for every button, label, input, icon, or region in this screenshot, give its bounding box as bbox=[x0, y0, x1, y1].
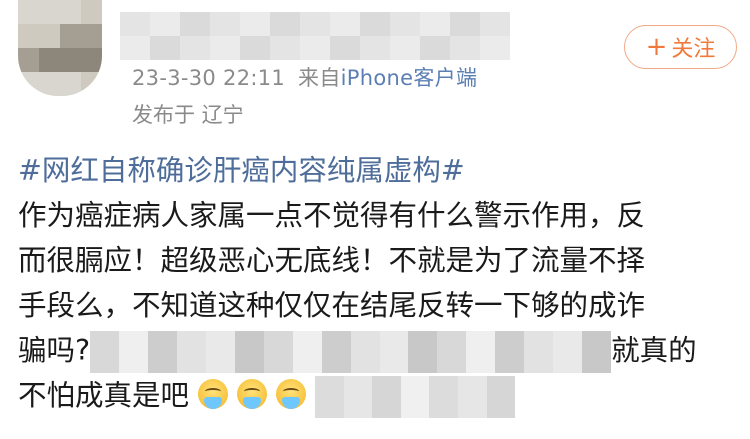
blurred-text bbox=[90, 331, 612, 373]
post-meta: 23-3-30 22:11 来自iPhone客户端 bbox=[132, 62, 477, 92]
content-line: #网红自称确诊肝癌内容纯属虚构# bbox=[18, 148, 733, 193]
hashtag-link[interactable]: #网红自称确诊肝癌内容纯属虚构# bbox=[18, 154, 465, 187]
crying-face-icon bbox=[237, 379, 268, 409]
follow-label: 关注 bbox=[671, 37, 716, 62]
content-line: 不怕成真是吧 bbox=[18, 373, 733, 418]
content-line: 骗吗? 就真的 bbox=[18, 328, 733, 373]
content-line: 作为癌症病人家属一点不觉得有什么警示作用，反 bbox=[18, 199, 646, 232]
follow-button[interactable]: + 关注 bbox=[624, 25, 737, 69]
weibo-post: 23-3-30 22:11 来自iPhone客户端 发布于 辽宁 + 关注 #网… bbox=[0, 0, 750, 439]
post-location: 发布于 辽宁 bbox=[132, 103, 244, 127]
content-text: 就真的 bbox=[611, 334, 697, 367]
post-content: #网红自称确诊肝癌内容纯属虚构# 作为癌症病人家属一点不觉得有什么警示作用，反 … bbox=[18, 148, 733, 418]
content-line: 而很膈应！超级恶心无底线！不就是为了流量不择 bbox=[18, 244, 646, 277]
content-text: 骗吗? bbox=[18, 334, 91, 367]
crying-face-icon bbox=[276, 379, 307, 409]
post-source[interactable]: iPhone客户端 bbox=[341, 66, 478, 90]
avatar[interactable] bbox=[18, 0, 102, 96]
content-line: 手段么，不知道这种仅仅在结尾反转一下够的成诈 bbox=[18, 289, 646, 322]
blurred-text bbox=[315, 376, 516, 418]
from-prefix: 来自 bbox=[298, 66, 341, 90]
crying-face-icon bbox=[198, 379, 229, 409]
plus-icon: + bbox=[645, 32, 668, 62]
username-blurred[interactable] bbox=[120, 12, 510, 60]
timestamp: 23-3-30 22:11 bbox=[132, 66, 286, 90]
content-text: 不怕成真是吧 bbox=[18, 379, 190, 412]
